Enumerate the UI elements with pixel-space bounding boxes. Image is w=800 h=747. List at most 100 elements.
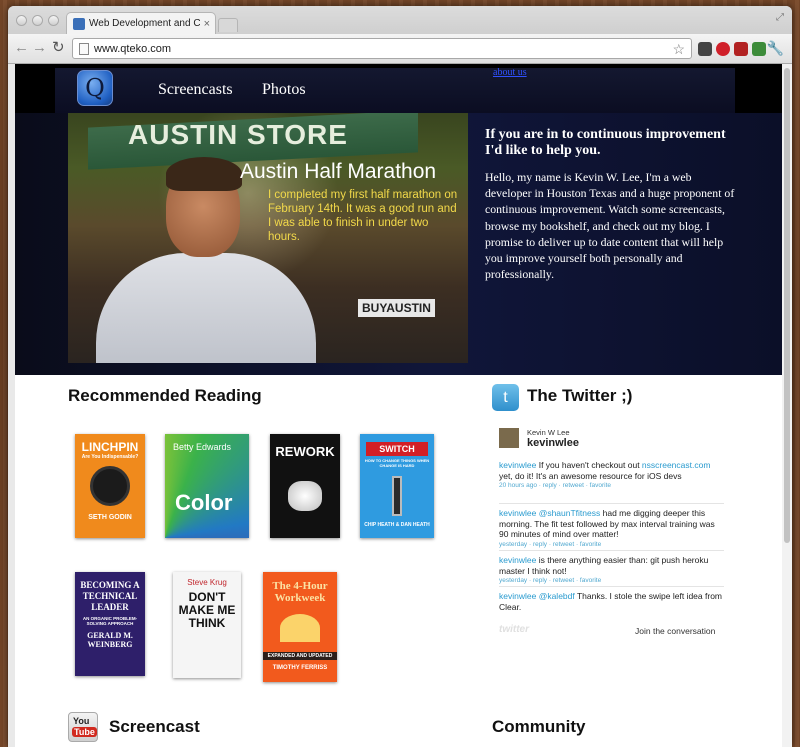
nav-screencasts[interactable]: Screencasts — [158, 81, 233, 99]
join-conversation-link[interactable]: Join the conversation — [635, 626, 715, 636]
green-extension-icon[interactable] — [752, 42, 766, 56]
person-body — [96, 253, 316, 363]
tweet-meta[interactable]: yesterday · reply · retweet · favorite — [499, 576, 724, 587]
tweet-3: kevinwlee is there anything easier than:… — [499, 555, 724, 587]
tweet-divider — [499, 586, 724, 587]
tweet-divider — [499, 550, 724, 551]
tab-active[interactable]: Web Development and Conti × — [66, 12, 216, 34]
forward-arrow-icon[interactable]: → — [32, 40, 47, 56]
fist-icon — [90, 466, 130, 506]
buy-austin-sign: BUYAUSTIN — [358, 299, 435, 317]
book-color[interactable]: Betty Edwards Color — [165, 434, 249, 538]
book-rework[interactable]: REWORK — [270, 434, 340, 538]
tweet-text-2: yet, do it! It's an awesome resource for… — [499, 470, 682, 481]
tab-close-icon[interactable]: × — [204, 18, 215, 30]
tweet-2: kevinwlee @shaunTfitness had me digging … — [499, 508, 724, 550]
tweet-1: kevinwlee If you haven't checkout out ns… — [499, 460, 724, 492]
book-author: GERALD M. WEINBERG — [87, 631, 133, 649]
banner-text: AUSTIN STORE — [128, 119, 348, 150]
tweet-user-link[interactable]: kevinwlee — [499, 508, 536, 518]
twitter-user-handle[interactable]: kevinwlee — [527, 437, 579, 449]
intro-heading: If you are in to continuous improvement … — [485, 127, 726, 158]
youtube-tube: Tube — [72, 727, 97, 737]
book-4-hour-workweek[interactable]: The 4-Hour Workweek EXPANDED AND UPDATED… — [263, 572, 337, 682]
browser-window: Web Development and Conti × ⤢ ← → ↻ www.… — [8, 6, 792, 747]
book-subtitle: EXPANDED AND UPDATED — [263, 652, 337, 660]
book-author: SETH GODIN — [88, 514, 132, 521]
reader-extension-icon[interactable] — [698, 42, 712, 56]
bookmark-star-icon[interactable]: ☆ — [672, 41, 685, 58]
book-subtitle: HOW TO CHANGE THINGS WHEN CHANGE IS HARD — [364, 458, 430, 468]
book-title: DON'T MAKE ME THINK — [178, 590, 236, 630]
crumpled-paper-icon — [288, 481, 322, 511]
tweet-4: kevinwlee @kalebdf Thanks. I stole the s… — [499, 591, 724, 612]
marathon-photo: AUSTIN STORE BUYAUSTIN Austin Half Marat… — [68, 113, 468, 363]
hero-section: Q Screencasts Photos about us AUSTIN STO… — [15, 64, 782, 375]
book-dont-make-me-think[interactable]: Steve Krug DON'T MAKE ME THINK — [173, 572, 241, 678]
tweet-meta[interactable]: 20 hours ago · reply · retweet · favorit… — [499, 481, 724, 492]
vertical-scrollbar[interactable] — [782, 64, 792, 747]
book-subtitle: Betty Edwards — [173, 442, 232, 452]
tab-title: Web Development and Conti — [89, 18, 200, 29]
tweet-divider — [499, 503, 724, 504]
book-technical-leader[interactable]: BECOMING A TECHNICAL LEADER AN ORGANIC P… — [75, 572, 145, 676]
twitter-title: The Twitter ;) — [527, 386, 633, 405]
opera-extension-icon[interactable] — [716, 42, 730, 56]
photo-title: Austin Half Marathon — [240, 160, 437, 183]
book-title: The 4-Hour Workweek — [272, 580, 328, 604]
zoom-window-button[interactable] — [48, 15, 59, 26]
book-linchpin[interactable]: LINCHPIN Are You Indispensable? SETH GOD… — [75, 434, 145, 538]
top-navigation — [55, 68, 735, 113]
browser-toolbar: ← → ↻ www.qteko.com ☆ 🔧 — [8, 34, 792, 64]
site-favicon-icon — [73, 17, 85, 30]
page-viewport: Q Screencasts Photos about us AUSTIN STO… — [15, 64, 782, 747]
scrollbar-thumb[interactable] — [784, 68, 790, 543]
new-tab-button[interactable] — [218, 18, 238, 32]
book-title: SWITCH — [366, 442, 428, 456]
wrench-menu-icon[interactable]: 🔧 — [767, 40, 784, 57]
tweet-link[interactable]: @shaunTfitness — [539, 508, 601, 518]
avatar[interactable] — [499, 428, 519, 448]
reload-icon[interactable]: ↻ — [52, 40, 65, 56]
book-author: CHIP HEATH & DAN HEATH — [364, 522, 430, 528]
tab-bar: Web Development and Conti × ⤢ — [8, 6, 792, 34]
book-subtitle: AN ORGANIC PROBLEM-SOLVING APPROACH — [82, 616, 138, 626]
book-title: Color — [175, 490, 233, 515]
book-title: BECOMING A TECHNICAL LEADER — [80, 580, 140, 612]
youtube-you: You — [73, 716, 90, 726]
tweet-user-link[interactable]: kevinwlee — [499, 591, 536, 601]
minimize-window-button[interactable] — [32, 15, 43, 26]
twitter-user-name: Kevin W Lee — [527, 428, 570, 437]
person-hair — [166, 157, 242, 191]
tweet-user-link[interactable]: kevinwlee — [499, 555, 536, 565]
site-logo[interactable]: Q — [77, 70, 113, 106]
community-title: Community — [492, 717, 586, 736]
screencast-title: Screencast — [109, 717, 200, 736]
book-switch[interactable]: SWITCH HOW TO CHANGE THINGS WHEN CHANGE … — [360, 434, 434, 538]
nav-photos[interactable]: Photos — [262, 81, 306, 99]
photo-caption: I completed my first half marathon on Fe… — [268, 189, 458, 243]
twitter-bird-icon: t — [492, 384, 519, 411]
tweet-link[interactable]: nsscreencast.com — [642, 460, 711, 470]
address-bar[interactable]: www.qteko.com ☆ — [72, 38, 692, 59]
back-arrow-icon[interactable]: ← — [14, 40, 29, 56]
recommended-reading-title: Recommended Reading — [68, 386, 262, 405]
address-url: www.qteko.com — [94, 42, 172, 55]
palm-island-icon — [280, 614, 320, 642]
book-title: LINCHPIN — [81, 440, 139, 454]
intro-paragraph: Hello, my name is Kevin W. Lee, I'm a we… — [485, 170, 735, 282]
tweet-user-link[interactable]: kevinwlee — [499, 460, 536, 470]
car-extension-icon[interactable] — [734, 42, 748, 56]
book-author: TIMOTHY FERRISS — [272, 665, 328, 671]
page-icon — [79, 42, 89, 55]
fullscreen-icon[interactable]: ⤢ — [776, 12, 784, 23]
nav-about-link[interactable]: about us — [493, 67, 527, 78]
tweet-link[interactable]: @kalebdf — [539, 591, 575, 601]
youtube-icon: You Tube — [68, 712, 98, 742]
book-subtitle: Steve Krug — [187, 578, 227, 587]
tweet-text: If you haven't checkout out — [538, 460, 642, 470]
book-title: REWORK — [275, 444, 335, 459]
close-window-button[interactable] — [16, 15, 27, 26]
tweet-meta[interactable]: yesterday · reply · retweet · favorite — [499, 540, 724, 551]
twitter-watermark: twitter — [499, 624, 529, 635]
